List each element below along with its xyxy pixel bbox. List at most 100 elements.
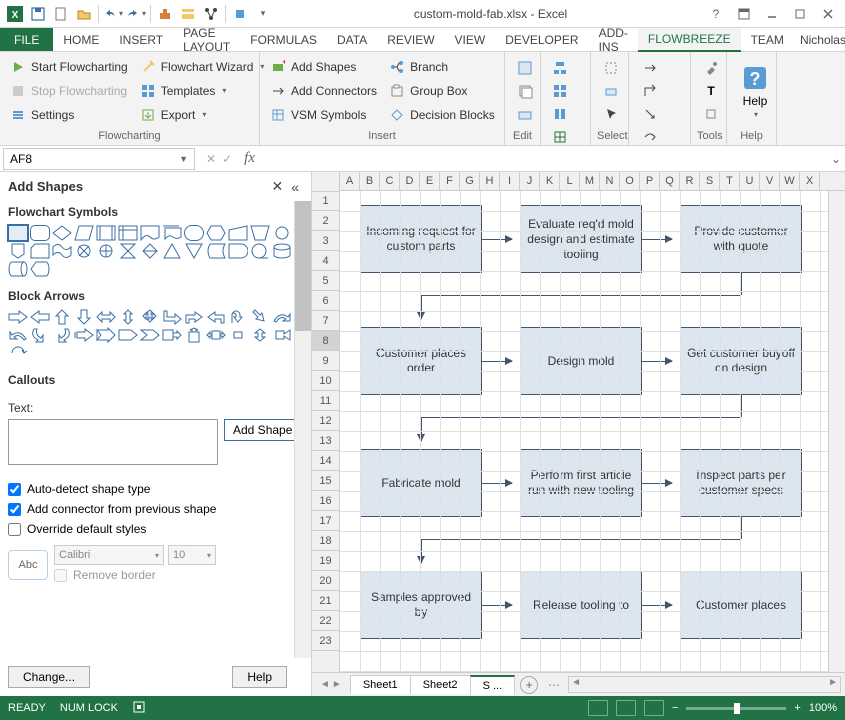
col-header[interactable]: M <box>580 172 600 190</box>
connector-checkbox[interactable]: Add connector from previous shape <box>8 499 311 519</box>
add-connectors-button[interactable]: Add Connectors <box>266 79 381 102</box>
arrow-misc1[interactable] <box>162 309 182 325</box>
row-header[interactable]: 9 <box>312 351 339 371</box>
row-header[interactable]: 23 <box>312 631 339 651</box>
shape-decision[interactable] <box>52 225 72 241</box>
shape-or[interactable] <box>96 243 116 259</box>
view-pagebreak-icon[interactable] <box>644 700 664 716</box>
row-header[interactable]: 5 <box>312 271 339 291</box>
col-header[interactable]: U <box>740 172 760 190</box>
arrow-pent[interactable] <box>118 327 138 343</box>
row-header[interactable]: 19 <box>312 551 339 571</box>
row-header[interactable]: 20 <box>312 571 339 591</box>
select-all-corner[interactable] <box>312 172 340 192</box>
arrow-circ[interactable] <box>8 345 28 361</box>
row-header[interactable]: 10 <box>312 371 339 391</box>
shape-direct[interactable] <box>8 261 28 277</box>
col-header[interactable]: S <box>700 172 720 190</box>
name-box[interactable]: AF8▼ <box>3 148 195 170</box>
col-header[interactable]: K <box>540 172 560 190</box>
tools-btn-3[interactable] <box>699 103 723 125</box>
tools-btn-1[interactable] <box>699 57 723 79</box>
qat-icon-1[interactable] <box>154 3 176 25</box>
row-header[interactable]: 15 <box>312 471 339 491</box>
zoom-out-icon[interactable]: − <box>672 702 678 714</box>
tab-pagelayout[interactable]: PAGE LAYOUT <box>173 28 240 51</box>
flow-box-7[interactable]: Fabricate mold <box>360 449 482 517</box>
taskpane-collapse-icon[interactable]: « <box>287 179 303 195</box>
tab-addins[interactable]: ADD-INS <box>589 28 638 51</box>
view-normal-icon[interactable] <box>588 700 608 716</box>
shape-offpage[interactable] <box>8 243 28 259</box>
autodetect-checkbox[interactable]: Auto-detect shape type <box>8 479 311 499</box>
arrow-left[interactable] <box>30 309 50 325</box>
expand-formula-icon[interactable]: ⌄ <box>827 152 845 166</box>
layout-btn-1[interactable] <box>549 57 571 79</box>
arrow-misc4[interactable] <box>272 327 292 343</box>
shape-seq[interactable] <box>250 243 270 259</box>
qat-icon-3[interactable] <box>200 3 222 25</box>
tab-file[interactable]: FILE <box>0 28 53 51</box>
arrow-callout3[interactable] <box>206 327 226 343</box>
col-header[interactable]: D <box>400 172 420 190</box>
layout-btn-4[interactable] <box>549 126 571 148</box>
shape-extract[interactable] <box>162 243 182 259</box>
shape-magdisk[interactable] <box>272 243 292 259</box>
col-header[interactable]: R <box>680 172 700 190</box>
taskpane-close-icon[interactable]: ✕ <box>267 178 287 195</box>
flow-box-10[interactable]: Samples approved by <box>360 571 482 639</box>
col-header[interactable]: O <box>620 172 640 190</box>
col-header[interactable]: W <box>780 172 800 190</box>
flow-box-11[interactable]: Release tooling to <box>520 571 642 639</box>
col-header[interactable]: A <box>340 172 360 190</box>
flow-box-4[interactable]: Customer places order <box>360 327 482 395</box>
open-icon[interactable] <box>73 3 95 25</box>
save-icon[interactable] <box>27 3 49 25</box>
tools-btn-2[interactable]: T <box>699 80 723 102</box>
row-header[interactable]: 8 <box>312 331 339 351</box>
spreadsheet-grid[interactable]: ABCDEFGHIJKLMNOPQRSTUVWX 123456789101112… <box>312 172 845 696</box>
row-header[interactable]: 4 <box>312 251 339 271</box>
shape-sort[interactable] <box>140 243 160 259</box>
conn-btn-3[interactable] <box>637 103 663 125</box>
conn-btn-2[interactable] <box>637 80 663 102</box>
zoom-in-icon[interactable]: + <box>794 702 800 714</box>
arrow-leftright[interactable] <box>96 309 116 325</box>
col-header[interactable]: T <box>720 172 740 190</box>
excel-icon[interactable]: X <box>4 3 26 25</box>
col-header[interactable]: V <box>760 172 780 190</box>
arrow-callout2[interactable] <box>184 327 204 343</box>
taskpane-scrollbar[interactable] <box>294 201 311 658</box>
sheet-tab-3[interactable]: S ... <box>470 675 516 695</box>
export-button[interactable]: Export▾ <box>136 103 269 126</box>
arrow-down[interactable] <box>74 309 94 325</box>
sheet-tab-1[interactable]: Sheet1 <box>350 675 411 694</box>
shape-junction[interactable] <box>74 243 94 259</box>
arrow-chev[interactable] <box>140 327 160 343</box>
col-header[interactable]: B <box>360 172 380 190</box>
redo-icon[interactable]: ▾ <box>125 3 147 25</box>
col-header[interactable]: L <box>560 172 580 190</box>
flow-box-12[interactable]: Customer places <box>680 571 802 639</box>
arrow-callout1[interactable] <box>162 327 182 343</box>
shape-display[interactable] <box>30 261 50 277</box>
row-header[interactable]: 22 <box>312 611 339 631</box>
row-header[interactable]: 11 <box>312 391 339 411</box>
formula-input[interactable] <box>259 148 827 170</box>
tab-formulas[interactable]: FORMULAS <box>240 28 327 51</box>
row-header[interactable]: 17 <box>312 511 339 531</box>
arrow-right[interactable] <box>8 309 28 325</box>
new-icon[interactable] <box>50 3 72 25</box>
tab-developer[interactable]: DEVELOPER <box>495 28 588 51</box>
minimize-icon[interactable] <box>759 3 785 25</box>
col-header[interactable]: H <box>480 172 500 190</box>
arrow-stripe[interactable] <box>74 327 94 343</box>
help-button[interactable]: ? Help▾ <box>733 55 777 128</box>
col-header[interactable]: P <box>640 172 660 190</box>
flow-box-3[interactable]: Provide customer with quote <box>680 205 802 273</box>
select-btn-1[interactable] <box>599 57 623 79</box>
shape-connector[interactable] <box>272 225 292 241</box>
shape-prep[interactable] <box>206 225 226 241</box>
conn-btn-4[interactable] <box>637 126 663 148</box>
add-shape-button[interactable]: Add Shape <box>224 419 301 441</box>
